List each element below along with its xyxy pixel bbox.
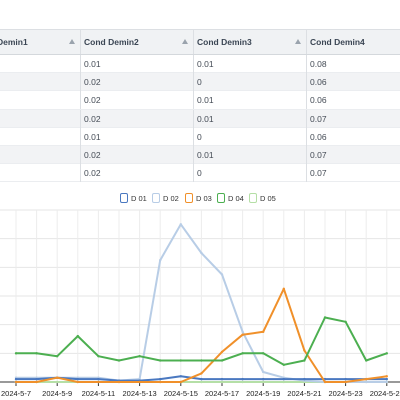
data-point[interactable] bbox=[220, 359, 224, 362]
data-point[interactable] bbox=[117, 380, 121, 384]
data-point[interactable] bbox=[385, 375, 388, 378]
data-point[interactable] bbox=[282, 287, 285, 291]
data-point[interactable] bbox=[159, 258, 162, 262]
x-tick-label: 2024-5-9 bbox=[42, 389, 72, 398]
data-point[interactable] bbox=[241, 377, 244, 381]
data-point[interactable] bbox=[365, 380, 368, 384]
data-point[interactable] bbox=[200, 251, 203, 255]
data-point[interactable] bbox=[35, 380, 38, 384]
data-point[interactable] bbox=[35, 352, 38, 355]
data-point[interactable] bbox=[97, 380, 100, 384]
data-point[interactable] bbox=[303, 349, 306, 352]
data-point[interactable] bbox=[200, 372, 203, 375]
data-point[interactable] bbox=[282, 363, 285, 366]
x-tick-label: 2024-5-17 bbox=[205, 389, 239, 398]
data-point[interactable] bbox=[303, 359, 306, 362]
data-point[interactable] bbox=[323, 316, 327, 319]
data-point[interactable] bbox=[262, 370, 265, 374]
data-point[interactable] bbox=[344, 380, 347, 384]
x-tick-label: 2024-5-13 bbox=[122, 389, 156, 398]
data-point[interactable] bbox=[117, 359, 121, 362]
x-tick-label: 2024-5-7 bbox=[1, 389, 31, 398]
data-point[interactable] bbox=[35, 377, 38, 381]
data-point[interactable] bbox=[303, 377, 306, 381]
data-point[interactable] bbox=[138, 355, 141, 358]
data-point[interactable] bbox=[220, 377, 224, 381]
data-point[interactable] bbox=[200, 380, 203, 384]
data-point[interactable] bbox=[241, 333, 244, 336]
data-point[interactable] bbox=[385, 377, 388, 381]
data-point[interactable] bbox=[179, 359, 182, 362]
data-point[interactable] bbox=[159, 377, 162, 381]
data-point[interactable] bbox=[241, 380, 244, 384]
data-point[interactable] bbox=[138, 380, 141, 384]
data-point[interactable] bbox=[220, 273, 224, 276]
data-point[interactable] bbox=[262, 330, 265, 334]
data-point[interactable] bbox=[262, 380, 265, 384]
line-chart: 2024-5-7 2024-5-9 2024-5-11 2024-5-13 2024-5… bbox=[0, 209, 400, 398]
x-tick-label: 2024-5-19 bbox=[246, 389, 280, 398]
data-point[interactable] bbox=[56, 355, 59, 358]
data-point[interactable] bbox=[385, 352, 388, 355]
data-point[interactable] bbox=[76, 380, 80, 384]
data-point[interactable] bbox=[200, 377, 203, 381]
x-tick-label: 2024-5-11 bbox=[82, 389, 116, 398]
data-point[interactable] bbox=[159, 380, 162, 384]
data-point[interactable] bbox=[344, 377, 347, 381]
data-point[interactable] bbox=[220, 350, 224, 354]
data-point[interactable] bbox=[282, 380, 285, 384]
data-point[interactable] bbox=[262, 352, 265, 355]
data-point[interactable] bbox=[159, 359, 162, 362]
data-point[interactable] bbox=[56, 376, 59, 379]
data-point[interactable] bbox=[179, 375, 182, 378]
data-point[interactable] bbox=[241, 352, 244, 355]
data-point[interactable] bbox=[179, 223, 182, 226]
data-point[interactable] bbox=[220, 380, 224, 384]
data-point[interactable] bbox=[97, 355, 100, 358]
data-point[interactable] bbox=[282, 377, 285, 381]
x-tick-label: 2024-5-21 bbox=[287, 389, 321, 398]
x-tick-label: 2024-5-23 bbox=[328, 389, 362, 398]
data-point[interactable] bbox=[262, 377, 265, 381]
data-point[interactable] bbox=[179, 380, 182, 384]
data-point[interactable] bbox=[344, 320, 347, 323]
data-point[interactable] bbox=[76, 334, 80, 338]
data-point[interactable] bbox=[76, 377, 80, 381]
data-point[interactable] bbox=[200, 359, 203, 362]
data-point[interactable] bbox=[385, 380, 388, 384]
data-point[interactable] bbox=[56, 380, 59, 384]
x-tick-label: 2024-5-25 bbox=[370, 389, 400, 398]
data-point[interactable] bbox=[241, 330, 244, 334]
data-point[interactable] bbox=[14, 352, 18, 355]
x-tick-label: 2024-5-15 bbox=[164, 389, 198, 398]
data-point[interactable] bbox=[365, 359, 368, 362]
data-point[interactable] bbox=[323, 380, 327, 384]
data-point[interactable] bbox=[14, 380, 18, 384]
data-point[interactable] bbox=[14, 377, 18, 381]
data-point[interactable] bbox=[97, 377, 100, 381]
data-point[interactable] bbox=[365, 377, 368, 381]
